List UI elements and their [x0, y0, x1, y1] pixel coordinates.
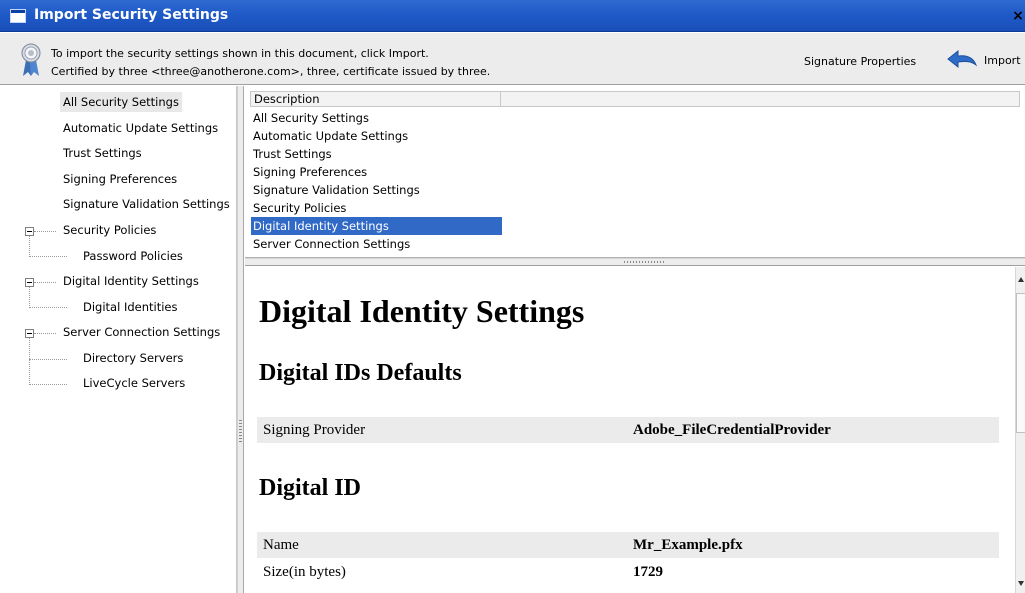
detail-scrollbar[interactable] — [1015, 267, 1025, 593]
detail-view: Digital Identity Settings Digital IDs De… — [245, 267, 1015, 593]
certificate-ribbon-icon — [21, 43, 41, 76]
list-header: Description — [250, 91, 1020, 107]
property-value: Adobe_FileCredentialProvider — [633, 422, 831, 438]
splitter-grip — [239, 420, 242, 442]
property-row: Signing Provider Adobe_FileCredentialPro… — [257, 417, 999, 443]
tree-connector — [29, 307, 67, 308]
vertical-splitter[interactable] — [237, 86, 244, 593]
tree-item-trust-settings[interactable]: Trust Settings — [60, 143, 145, 163]
list-row[interactable]: Signing Preferences — [251, 163, 502, 181]
scroll-down-icon[interactable] — [1017, 578, 1025, 588]
tree-item-livecycle-servers[interactable]: LiveCycle Servers — [80, 373, 188, 393]
list-row[interactable]: All Security Settings — [251, 109, 502, 127]
property-key: Size(in bytes) — [263, 564, 346, 580]
collapse-security-policies-toggle[interactable] — [25, 227, 34, 236]
property-row: Name Mr_Example.pfx — [257, 532, 999, 558]
property-value: 1729 — [633, 564, 663, 580]
tree-item-signing-preferences[interactable]: Signing Preferences — [60, 169, 180, 189]
property-key: Signing Provider — [263, 422, 366, 438]
tree-item-digital-identities[interactable]: Digital Identities — [80, 297, 180, 317]
tree-connector — [34, 333, 56, 334]
section-heading-digital-ids-defaults: Digital IDs Defaults — [259, 360, 462, 386]
import-instruction: To import the security settings shown in… — [51, 47, 429, 60]
certified-by-text: Certified by three <three@anotherone.com… — [51, 65, 491, 78]
tree-connector — [29, 287, 30, 308]
tree-item-password-policies[interactable]: Password Policies — [80, 246, 186, 266]
list-row[interactable]: Signature Validation Settings — [251, 181, 502, 199]
tree-item-automatic-update-settings[interactable]: Automatic Update Settings — [60, 118, 221, 138]
import-button-label: Import — [984, 54, 1021, 67]
list-row[interactable]: Trust Settings — [251, 145, 502, 163]
list-row[interactable]: Security Policies — [251, 199, 502, 217]
certification-info-bar: To import the security settings shown in… — [0, 33, 1025, 85]
tree-connector — [29, 384, 67, 385]
tree-connector — [29, 256, 67, 257]
tree-connector — [34, 282, 56, 283]
list-row[interactable]: Server Connection Settings — [251, 235, 502, 253]
tree-item-server-connection-settings[interactable]: Server Connection Settings — [60, 322, 223, 342]
tree-item-signature-validation-settings[interactable]: Signature Validation Settings — [60, 194, 233, 214]
property-value: Mr_Example.pfx — [633, 537, 743, 553]
collapse-digital-identity-toggle[interactable] — [25, 278, 34, 287]
close-button[interactable]: × — [1011, 6, 1025, 26]
property-key: Name — [263, 537, 299, 553]
property-row: Size(in bytes) 1729 — [257, 559, 999, 585]
list-row-selected[interactable]: Digital Identity Settings — [251, 217, 502, 235]
collapse-server-connection-toggle[interactable] — [25, 329, 34, 338]
section-heading-digital-id: Digital ID — [259, 475, 361, 501]
tree-connector — [29, 359, 67, 360]
tree-item-security-policies[interactable]: Security Policies — [60, 220, 159, 240]
import-arrow-icon — [947, 49, 978, 69]
scrollbar-thumb[interactable] — [1016, 293, 1025, 433]
detail-heading: Digital Identity Settings — [259, 293, 585, 329]
tree-item-all-security-settings[interactable]: All Security Settings — [60, 92, 182, 112]
description-column-header[interactable]: Description — [251, 92, 501, 106]
list-row[interactable]: Automatic Update Settings — [251, 127, 502, 145]
tree-connector — [29, 338, 30, 385]
tree-connector — [34, 231, 56, 232]
tree-connector — [29, 236, 30, 257]
settings-tree: All Security Settings Automatic Update S… — [0, 86, 237, 593]
tree-item-digital-identity-settings[interactable]: Digital Identity Settings — [60, 271, 202, 291]
tree-item-directory-servers[interactable]: Directory Servers — [80, 348, 186, 368]
description-list: Description All Security Settings Automa… — [245, 86, 1025, 258]
splitter-grip — [624, 261, 666, 263]
title-bar: Import Security Settings × — [0, 0, 1025, 32]
horizontal-splitter[interactable] — [245, 258, 1025, 266]
window-icon — [10, 9, 26, 23]
signature-properties-link[interactable]: Signature Properties — [804, 55, 916, 68]
scroll-up-icon[interactable] — [1017, 275, 1025, 285]
window-title: Import Security Settings — [34, 7, 229, 23]
